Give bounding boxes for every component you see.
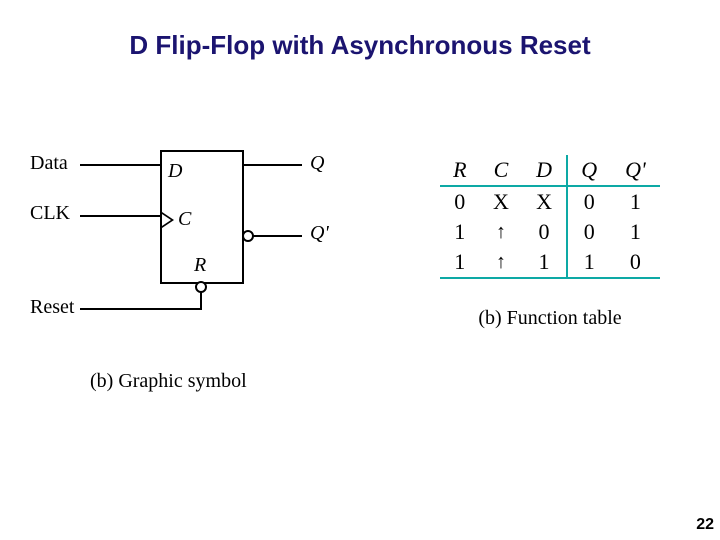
slide: D Flip-Flop with Asynchronous Reset Data… (0, 0, 720, 540)
graphic-symbol-caption: (b) Graphic symbol (90, 370, 247, 393)
pin-qn: Q' (310, 222, 329, 245)
col-qn: Q' (611, 155, 660, 186)
table-row: 1 ↑ 0 0 1 (440, 217, 660, 247)
col-d: D (522, 155, 566, 186)
truth-table: R C D Q Q' 0 X X 0 1 1 ↑ 0 (440, 155, 660, 279)
flipflop-box: D C R (160, 150, 244, 284)
pin-q: Q (310, 152, 324, 175)
col-c: C (480, 155, 523, 186)
pin-r: R (194, 254, 206, 277)
col-r: R (440, 155, 480, 186)
cell: 0 (611, 247, 660, 278)
table-row: 1 ↑ 1 1 0 (440, 247, 660, 278)
graphic-symbol: Data CLK Reset D C R Q Q' (b) Graphic sy… (30, 140, 350, 400)
cell: 0 (567, 217, 611, 247)
cell-rising-edge-icon: ↑ (480, 217, 523, 247)
bubble-reset (195, 281, 207, 293)
pin-d: D (168, 160, 182, 183)
wire-reset-v (200, 292, 202, 310)
wire-d (80, 164, 160, 166)
table-row: 0 X X 0 1 (440, 186, 660, 217)
label-reset: Reset (30, 296, 74, 319)
cell: 1 (440, 217, 480, 247)
cell-rising-edge-icon: ↑ (480, 247, 523, 278)
table-header-row: R C D Q Q' (440, 155, 660, 186)
cell: 0 (567, 186, 611, 217)
function-table: R C D Q Q' 0 X X 0 1 1 ↑ 0 (440, 155, 660, 330)
bubble-qn (242, 230, 254, 242)
label-data: Data (30, 152, 68, 175)
page-number: 22 (696, 516, 714, 534)
cell: 1 (440, 247, 480, 278)
cell: 1 (611, 217, 660, 247)
wire-qn (252, 235, 302, 237)
cell: 1 (522, 247, 566, 278)
cell: X (480, 186, 523, 217)
pin-c: C (178, 208, 191, 231)
cell: 0 (440, 186, 480, 217)
slide-title: D Flip-Flop with Asynchronous Reset (0, 30, 720, 61)
wire-clk (80, 215, 160, 217)
label-clk: CLK (30, 202, 70, 225)
cell: X (522, 186, 566, 217)
col-q: Q (567, 155, 611, 186)
wire-reset-h (80, 308, 200, 310)
wire-q (242, 164, 302, 166)
function-table-caption: (b) Function table (440, 307, 660, 330)
cell: 1 (611, 186, 660, 217)
clock-wedge-icon-inner (162, 214, 171, 226)
cell: 0 (522, 217, 566, 247)
cell: 1 (567, 247, 611, 278)
